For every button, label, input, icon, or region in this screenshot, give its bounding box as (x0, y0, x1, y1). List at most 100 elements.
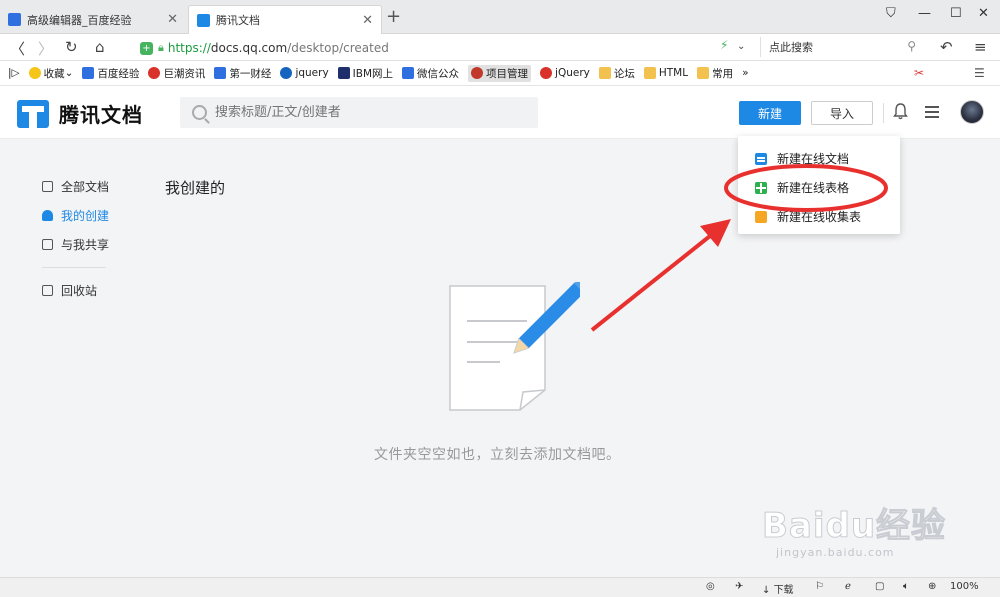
import-button[interactable]: 导入 (811, 101, 873, 125)
tencent-docs-logo-icon (17, 99, 49, 128)
speed-mode-icon[interactable]: ⚡ (720, 38, 728, 52)
jquery-icon (280, 67, 293, 79)
avatar[interactable] (960, 100, 984, 124)
sidebar-item-label: 我的创建 (61, 209, 110, 223)
close-tab-icon[interactable]: ✕ (167, 12, 178, 27)
search-icon (192, 105, 207, 120)
ibm-icon (337, 67, 350, 79)
bookmark-jquery-cn[interactable]: jQuery (540, 67, 590, 79)
documents-icon (42, 181, 53, 192)
bookmark-html[interactable]: HTML (643, 67, 688, 79)
ie-icon[interactable]: ℯ (845, 581, 851, 592)
tab-baidu-jingyan[interactable]: 高级编辑器_百度经验 ✕ (0, 5, 186, 34)
menu-item-new-online-sheet[interactable]: 新建在线表格 (738, 173, 900, 202)
maximize-icon[interactable]: ☐ (950, 6, 962, 21)
accelerate-icon[interactable]: ◎ (706, 581, 715, 592)
baidu-paw-icon (214, 67, 227, 79)
chevron-down-icon[interactable]: ⌄ (737, 41, 745, 52)
url-text: https://docs.qq.com/desktop/created (167, 41, 389, 55)
download-button[interactable]: ↓ 下载 (762, 581, 794, 596)
app-name: 腾讯文档 (59, 103, 143, 127)
new-tab-button[interactable]: + (386, 6, 401, 27)
sidebar-divider (42, 267, 106, 268)
browser-menu-icon[interactable]: ≡ (974, 38, 987, 56)
menu-item-label: 新建在线收集表 (777, 210, 862, 224)
flag-icon[interactable]: ⚐ (815, 581, 824, 592)
bookmarks-more[interactable]: » (742, 67, 748, 79)
close-tab-icon[interactable]: ✕ (362, 13, 373, 28)
empty-document-illustration (449, 282, 580, 411)
new-dropdown-menu: 新建在线文档 新建在线表格 新建在线收集表 (738, 136, 900, 234)
tab-tencent-docs[interactable]: 腾讯文档 ✕ (188, 5, 382, 34)
tab-title: 腾讯文档 (216, 14, 260, 27)
shared-users-icon (42, 239, 53, 250)
empty-state-message: 文件夹空空如也，立刻去添加文档吧。 (374, 447, 621, 463)
address-toolbar: 〈 〉 ↻ ⌂ + 🔒︎ https://docs.qq.com/desktop… (0, 34, 1000, 61)
folder-icon (598, 67, 611, 79)
window-close-icon[interactable]: ✕ (978, 6, 989, 21)
bookmark-favorites[interactable]: 收藏 ⌄ (28, 66, 73, 81)
trash-icon (42, 285, 53, 296)
new-button[interactable]: 新建 (739, 101, 801, 125)
bookmark-forum[interactable]: 论坛 (598, 66, 635, 81)
star-icon (28, 67, 41, 79)
menu-item-label: 新建在线文档 (777, 152, 850, 166)
menu-item-label: 新建在线表格 (777, 181, 850, 195)
bookmark-wechat[interactable]: 微信公众 (402, 66, 459, 81)
browser-tab-strip: 高级编辑器_百度经验 ✕ 腾讯文档 ✕ + ⛉ — ☐ ✕ (0, 0, 1000, 34)
lock-icon: 🔒︎ (158, 41, 164, 54)
doc-icon (755, 152, 767, 165)
browser-search-input[interactable]: 点此搜索 ⚲ (760, 37, 922, 57)
annotation-arrow-line (590, 230, 717, 332)
window-icon[interactable]: ▢ (875, 581, 884, 592)
minimize-icon[interactable]: — (918, 6, 931, 21)
sidebar-item-label: 回收站 (61, 284, 98, 298)
bookmarks-bar: |▷ 收藏 ⌄ 百度经验 巨潮资讯 第一财经 jquery IBM网上 微信公众 … (0, 61, 1000, 86)
doc-search-input[interactable] (215, 105, 515, 120)
bookmark-common[interactable]: 常用 (697, 66, 733, 81)
browser-status-bar: ◎ ✈ ↓ 下载 ⚐ ℯ ▢ 🔈︎ ⊕ 100% (0, 577, 1000, 597)
home-icon[interactable]: ⌂ (95, 38, 105, 56)
cninfo-icon (148, 67, 161, 79)
doc-search[interactable] (180, 97, 538, 128)
grid-menu-icon[interactable]: ☰ (974, 67, 985, 79)
menu-icon[interactable] (925, 106, 939, 118)
scissors-icon[interactable]: ✂ (914, 67, 924, 79)
tab-title: 高级编辑器_百度经验 (27, 13, 132, 27)
sidebar-item-my-created[interactable]: 我的创建 (42, 201, 162, 230)
bookmark-cninfo[interactable]: 巨潮资讯 (148, 66, 205, 81)
baidu-jingyan-watermark: Baidu经验 jingyan.baidu.com (756, 488, 951, 566)
sidebar-item-trash[interactable]: 回收站 (42, 276, 162, 305)
header-divider (883, 103, 884, 123)
menu-item-new-online-doc[interactable]: 新建在线文档 (738, 144, 900, 173)
bookmark-jquery[interactable]: jquery (280, 67, 329, 79)
url-field[interactable]: + 🔒︎ https://docs.qq.com/desktop/created (140, 37, 750, 59)
watermark-text: Baidu经验 (761, 506, 947, 547)
baidu-paw-icon (82, 67, 95, 79)
pin-icon[interactable]: ✈ (735, 581, 743, 592)
bookmark-project-mgmt[interactable]: 项目管理 (468, 64, 532, 82)
bookmark-ibm[interactable]: IBM网上 (337, 66, 393, 81)
app-header: 腾讯文档 新建 导入 (0, 86, 1000, 139)
sound-icon[interactable]: 🔈︎ (903, 581, 909, 592)
tencent-docs-icon (197, 13, 210, 27)
bell-icon[interactable] (893, 103, 908, 120)
search-icon[interactable]: ⚲ (907, 39, 916, 53)
bookmark-yicai[interactable]: 第一财经 (214, 66, 271, 81)
sidebar-item-shared-with-me[interactable]: 与我共享 (42, 230, 162, 259)
folder-icon (697, 67, 710, 79)
security-shield-icon: + (140, 41, 153, 55)
undo-close-icon[interactable]: ↶ (940, 38, 953, 56)
sidebar-item-all-docs[interactable]: 全部文档 (42, 172, 162, 201)
bookmark-baidu-jingyan[interactable]: 百度经验 (82, 66, 139, 81)
zoom-level[interactable]: 100% (950, 581, 979, 592)
back-icon[interactable]: 〈 (10, 38, 25, 59)
skin-icon[interactable]: ⛉ (886, 6, 896, 21)
forward-icon[interactable]: 〉 (38, 38, 53, 59)
bookmarks-toggle-icon[interactable]: |▷ (8, 67, 20, 79)
annotation-arrow-head (700, 219, 731, 247)
menu-item-new-online-form[interactable]: 新建在线收集表 (738, 202, 900, 231)
zoom-icon[interactable]: ⊕ (928, 581, 936, 592)
app-logo[interactable]: 腾讯文档 (17, 99, 143, 128)
refresh-icon[interactable]: ↻ (65, 38, 78, 56)
